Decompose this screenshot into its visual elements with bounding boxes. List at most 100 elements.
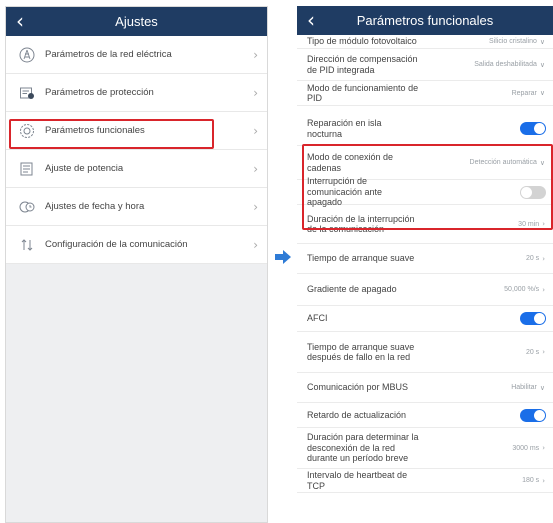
power-icon — [18, 160, 36, 178]
menu-item-functional-parameters[interactable]: Parámetros funcionales › — [6, 112, 267, 150]
setting-value[interactable]: Silicio cristalino ∨ — [489, 38, 545, 46]
gear-icon — [18, 122, 36, 140]
setting-label: Reparación en isla nocturna — [307, 118, 382, 139]
setting-value[interactable]: 3000 ms › — [512, 444, 545, 452]
setting-label: Intervalo de heartbeat de TCP — [307, 470, 408, 491]
setting-value[interactable]: Habilitar ∨ — [511, 384, 545, 392]
setting-label: AFCI — [307, 313, 328, 324]
setting-label: Modo de conexión de cadenas — [307, 152, 394, 173]
chevron-down-icon: ∨ — [539, 383, 545, 392]
setting-label: Duración de la interrupción de la comuni… — [307, 213, 415, 235]
chevron-right-icon: › — [253, 124, 258, 138]
menu-item-protection-parameters[interactable]: Parámetros de protección › — [6, 74, 267, 112]
setting-toggle[interactable] — [520, 408, 546, 422]
setting-row[interactable]: Interrupción de comunicación ante apagad… — [297, 176, 553, 207]
setting-value-text: Salida deshabilitada — [474, 61, 537, 68]
setting-label: Tipo de módulo fotovoltaico — [307, 36, 417, 47]
setting-value-text: Detección automática — [469, 159, 537, 166]
chevron-right-icon: › — [542, 285, 545, 294]
setting-row[interactable]: Modo de conexión de cadenas Detección aut… — [297, 146, 553, 180]
chevron-right-icon: › — [253, 162, 258, 176]
clock-icon — [18, 198, 36, 216]
setting-value-text: 180 s — [522, 477, 540, 484]
setting-value[interactable]: Salida deshabilitada ∨ — [474, 61, 545, 69]
setting-row[interactable]: Retardo de actualización — [297, 403, 553, 428]
setting-value-text: 3000 ms — [512, 444, 540, 452]
setting-value-text: Habilitar — [511, 384, 537, 391]
arrow-right-icon — [275, 250, 291, 264]
setting-label: Tiempo de arranque suave — [307, 253, 415, 264]
setting-row[interactable]: Intervalo de heartbeat de TCP 180 s › — [297, 469, 553, 493]
setting-toggle[interactable] — [520, 122, 546, 135]
chevron-right-icon: › — [542, 220, 545, 228]
setting-value-text: 30 min — [518, 220, 540, 228]
menu-item-communication[interactable]: Configuración de la comunicación › — [6, 226, 267, 264]
settings-menu: Parámetros de la red eléctrica › Parámet… — [6, 36, 267, 264]
setting-label: Tiempo de arranque suave después de fall… — [307, 341, 415, 363]
chevron-right-icon: › — [542, 254, 545, 263]
setting-value[interactable]: Detección automática ∨ — [470, 159, 545, 167]
setting-value[interactable]: 50,000 %/s › — [504, 286, 545, 294]
setting-label: Retardo de actualización — [307, 409, 407, 420]
chevron-down-icon: ∨ — [539, 89, 545, 97]
setting-row[interactable]: Tipo de módulo fotovoltaico Silicio crist… — [297, 35, 553, 49]
setting-label: Modo de funcionamiento de PID — [307, 82, 419, 104]
setting-value[interactable]: Reparar ∨ — [512, 89, 545, 97]
setting-row[interactable]: Tiempo de arranque suave después de fall… — [297, 332, 553, 373]
menu-item-label: Parámetros funcionales — [45, 125, 145, 136]
settings-header: ‹ Ajustes — [6, 7, 267, 36]
setting-row[interactable]: Dirección de compensación de PID integra… — [297, 49, 553, 81]
setting-value[interactable]: 30 min › — [518, 220, 545, 228]
menu-item-date-time[interactable]: Ajustes de fecha y hora › — [6, 188, 267, 226]
chevron-right-icon: › — [542, 476, 545, 485]
chevron-down-icon: ∨ — [539, 158, 545, 167]
menu-item-power-adjustment[interactable]: Ajuste de potencia › — [6, 150, 267, 188]
communication-icon — [18, 236, 36, 254]
setting-row[interactable]: Modo de funcionamiento de PID Reparar ∨ — [297, 81, 553, 106]
menu-item-label: Parámetros de la red eléctrica — [45, 49, 172, 60]
setting-value[interactable]: 20 s › — [526, 348, 545, 356]
setting-row[interactable]: Tiempo de arranque suave 20 s › — [297, 244, 553, 274]
functional-parameters-header: ‹ Parámetros funcionales — [297, 6, 553, 35]
setting-label: Dirección de compensación de PID integra… — [307, 54, 418, 75]
setting-toggle[interactable] — [520, 312, 546, 325]
back-icon[interactable]: ‹ — [307, 9, 315, 31]
toggle-knob — [534, 409, 545, 421]
menu-item-label: Configuración de la comunicación — [45, 239, 188, 250]
setting-row[interactable]: Gradiente de apagado 50,000 %/s › — [297, 274, 553, 306]
setting-row[interactable]: Reparación en isla nocturna — [297, 112, 553, 146]
toggle-knob — [534, 313, 545, 324]
settings-title: Ajustes — [115, 14, 158, 29]
functional-parameters-title: Parámetros funcionales — [356, 13, 494, 28]
menu-item-label: Parámetros de protección — [45, 87, 154, 98]
setting-row[interactable]: Duración de la interrupción de la comuni… — [297, 205, 553, 244]
setting-label: Comunicación por MBUS — [307, 382, 409, 393]
setting-row[interactable]: AFCI — [297, 306, 553, 332]
chevron-down-icon: ∨ — [539, 37, 545, 46]
menu-item-grid-parameters[interactable]: Parámetros de la red eléctrica › — [6, 36, 267, 74]
setting-value-text: Silicio cristalino — [489, 38, 537, 45]
back-icon[interactable]: ‹ — [16, 10, 24, 32]
menu-item-label: Ajuste de potencia — [45, 163, 124, 174]
chevron-right-icon: › — [253, 86, 258, 100]
menu-item-label: Ajustes de fecha y hora — [45, 201, 145, 212]
functional-parameters-screen: ‹ Parámetros funcionales Tipo de módulo … — [297, 6, 553, 523]
settings-list: Tipo de módulo fotovoltaico Silicio crist… — [297, 35, 553, 493]
setting-row[interactable]: Comunicación por MBUS Habilitar ∨ — [297, 373, 553, 403]
setting-value[interactable]: 180 s › — [522, 477, 545, 485]
settings-screen: ‹ Ajustes Parámetros de la red eléctrica… — [5, 6, 268, 523]
chevron-right-icon: › — [253, 48, 258, 62]
chevron-right-icon: › — [253, 238, 258, 252]
setting-row[interactable]: Duración para determinar la desconexión … — [297, 428, 553, 469]
setting-value[interactable]: 20 s › — [526, 255, 545, 263]
setting-label: Gradiente de apagado — [307, 284, 397, 295]
setting-value-text: 50,000 %/s — [504, 286, 540, 293]
setting-label: Interrupción de comunicación ante apagad… — [307, 176, 383, 208]
setting-value-text: 20 s — [525, 348, 540, 356]
setting-label: Duración para determinar la desconexión … — [307, 432, 419, 464]
chevron-down-icon: ∨ — [539, 60, 545, 69]
setting-value-text: Reparar — [511, 89, 537, 97]
chevron-right-icon: › — [542, 444, 545, 452]
setting-toggle[interactable] — [520, 185, 546, 199]
toggle-knob — [521, 186, 532, 198]
